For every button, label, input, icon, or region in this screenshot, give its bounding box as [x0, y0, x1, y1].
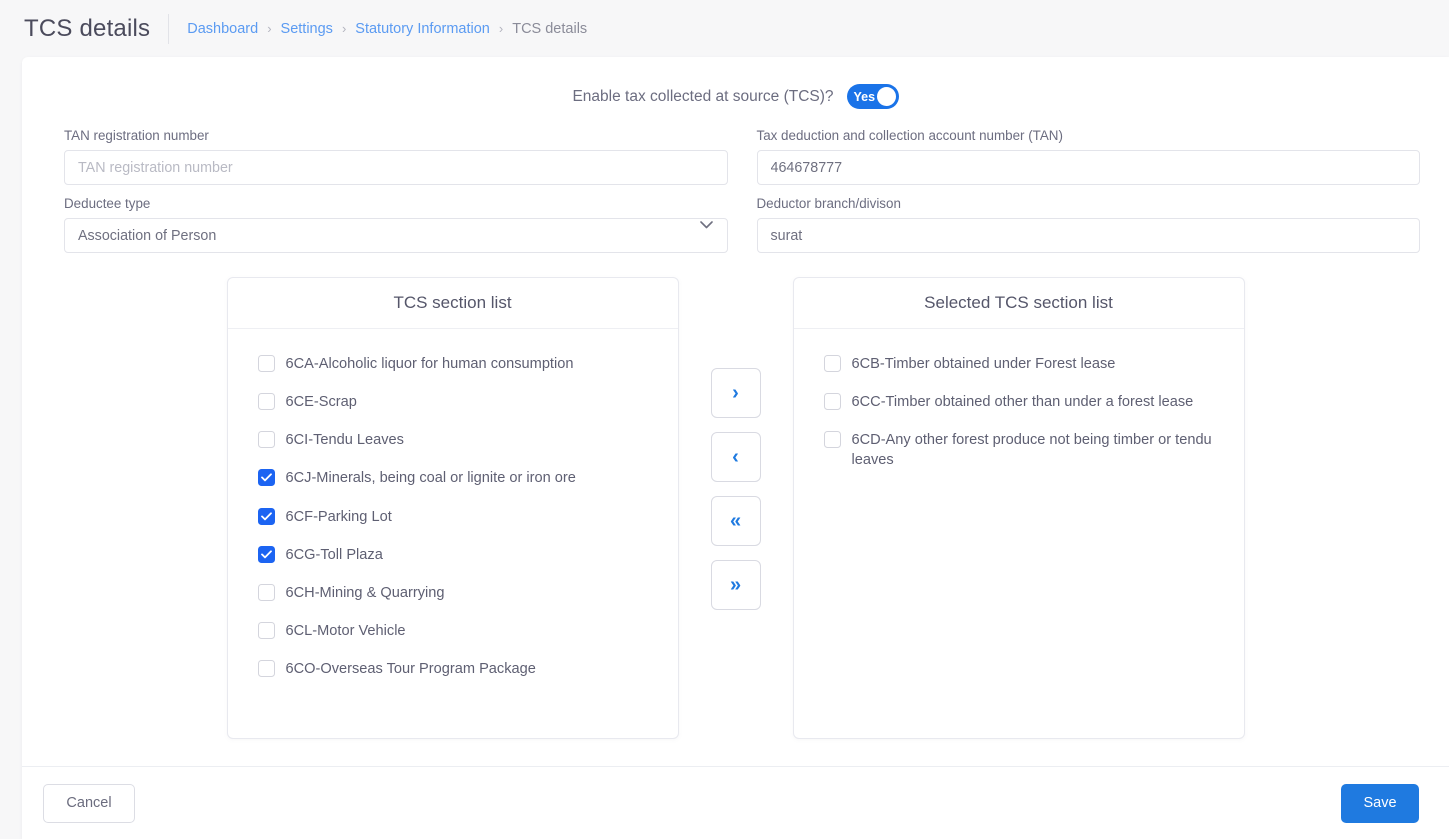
tcs-section-item[interactable]: 6CF-Parking Lot [257, 498, 662, 536]
selected-tcs-section-label: 6CC-Timber obtained other than under a f… [851, 394, 1194, 411]
breadcrumb-item-settings[interactable]: Settings [281, 21, 333, 37]
deductor-branch-field-group: Deductor branch/divison [756, 196, 1420, 253]
tcs-section-checkbox[interactable] [257, 431, 275, 449]
tcs-section-label: 6CH-Mining & Quarrying [285, 584, 445, 601]
tcs-section-label: 6CI-Tendu Leaves [285, 432, 404, 449]
form-area: Enable tax collected at source (TCS)? Ye… [22, 57, 1449, 766]
tcs-section-checkbox[interactable] [257, 583, 275, 601]
save-button[interactable]: Save [1341, 783, 1419, 823]
tcs-section-label: 6CG-Toll Plaza [285, 546, 383, 563]
deductee-type-label: Deductee type [64, 196, 151, 211]
enable-tcs-label: Enable tax collected at source (TCS)? [572, 87, 834, 105]
move-all-right-button[interactable]: » [710, 560, 761, 610]
available-tcs-list[interactable]: 6CA-Alcoholic liquor for human consumpti… [228, 329, 678, 738]
selected-tcs-section-checkbox[interactable] [823, 431, 841, 449]
breadcrumb-item-current: TCS details [512, 20, 588, 37]
toggle-knob [876, 87, 896, 106]
tcs-section-label: 6CJ-Minerals, being coal or lignite or i… [285, 470, 576, 487]
tcs-section-transfer: TCS section list 6CA-Alcoholic liquor fo… [22, 253, 1449, 739]
selected-tcs-section-checkbox[interactable] [823, 393, 841, 411]
breadcrumb-separator-icon: › [498, 21, 504, 36]
form-footer: Cancel Save [22, 766, 1449, 839]
breadcrumb-item-statutory-information[interactable]: Statutory Information [355, 21, 490, 37]
tan-registration-field-group: TAN registration number [64, 128, 728, 185]
tcs-section-checkbox[interactable] [257, 393, 275, 411]
breadcrumb: Dashboard › Settings › Statutory Informa… [187, 21, 587, 37]
selected-tcs-section-item[interactable]: 6CB-Timber obtained under Forest lease [823, 345, 1228, 383]
move-left-button[interactable]: ‹ [710, 432, 761, 482]
tcs-section-item[interactable]: 6CI-Tendu Leaves [257, 421, 662, 459]
tcs-section-label: 6CA-Alcoholic liquor for human consumpti… [285, 356, 574, 372]
tan-registration-input[interactable] [64, 150, 728, 185]
cancel-button[interactable]: Cancel [43, 783, 135, 823]
tcs-section-label: 6CE-Scrap [285, 394, 357, 411]
deductor-branch-input[interactable] [756, 218, 1420, 253]
tcs-section-item[interactable]: 6CJ-Minerals, being coal or lignite or i… [257, 459, 662, 497]
tcs-section-item[interactable]: 6CO-Overseas Tour Program Package [257, 650, 662, 688]
tcs-section-item[interactable]: 6CA-Alcoholic liquor for human consumpti… [257, 345, 662, 383]
tcs-section-item[interactable]: 6CL-Motor Vehicle [257, 612, 662, 650]
tcs-section-label: 6CF-Parking Lot [285, 508, 392, 525]
topbar: TCS details Dashboard › Settings › Statu… [0, 0, 1449, 57]
enable-tcs-toggle-value: Yes [853, 89, 876, 104]
selected-tcs-section-label: 6CD-Any other forest produce not being t… [851, 432, 1212, 469]
tcs-section-label: 6CO-Overseas Tour Program Package [285, 661, 536, 677]
title-divider [168, 13, 170, 44]
statutory-form-grid: TAN registration number Tax deduction an… [22, 109, 1449, 253]
selected-tcs-list[interactable]: 6CB-Timber obtained under Forest lease 6C… [794, 329, 1244, 738]
tcs-section-checkbox[interactable] [257, 545, 275, 563]
tan-registration-label: TAN registration number [64, 128, 209, 143]
tcs-section-item[interactable]: 6CH-Mining & Quarrying [257, 574, 662, 612]
breadcrumb-item-dashboard[interactable]: Dashboard [187, 21, 258, 37]
deductee-type-select[interactable] [64, 218, 728, 253]
selected-tcs-section-label: 6CB-Timber obtained under Forest lease [851, 356, 1116, 372]
tcs-section-checkbox[interactable] [257, 355, 275, 372]
enable-tcs-row: Enable tax collected at source (TCS)? Ye… [22, 57, 1449, 109]
tcs-details-card: Enable tax collected at source (TCS)? Ye… [22, 57, 1449, 839]
deductee-type-field-group: Deductee type [64, 196, 728, 253]
deductor-branch-label: Deductor branch/divison [756, 196, 901, 211]
tcs-section-checkbox[interactable] [257, 469, 275, 487]
selected-tcs-section-item[interactable]: 6CC-Timber obtained other than under a f… [823, 383, 1228, 421]
move-all-left-button[interactable]: « [710, 496, 761, 546]
tan-number-input[interactable] [756, 150, 1420, 185]
tan-number-label: Tax deduction and collection account num… [756, 128, 1063, 143]
page-title: TCS details [24, 14, 151, 42]
tcs-section-item[interactable]: 6CE-Scrap [257, 383, 662, 421]
selected-tcs-panel: Selected TCS section list 6CB-Timber obt… [792, 277, 1245, 739]
tan-number-field-group: Tax deduction and collection account num… [756, 128, 1420, 185]
tcs-section-checkbox[interactable] [257, 660, 275, 677]
tcs-section-checkbox[interactable] [257, 507, 275, 525]
available-tcs-panel-title: TCS section list [393, 293, 512, 312]
selected-tcs-panel-header: Selected TCS section list [793, 278, 1244, 329]
breadcrumb-separator-icon: › [267, 21, 272, 36]
selected-tcs-section-checkbox[interactable] [823, 355, 841, 372]
enable-tcs-toggle[interactable]: Yes [846, 84, 899, 109]
tcs-section-label: 6CL-Motor Vehicle [285, 622, 406, 639]
tcs-section-item[interactable]: 6CG-Toll Plaza [257, 536, 662, 574]
tcs-section-checkbox[interactable] [257, 621, 275, 639]
available-tcs-panel: TCS section list 6CA-Alcoholic liquor fo… [226, 277, 679, 739]
move-right-button[interactable]: › [710, 368, 761, 418]
selected-tcs-panel-title: Selected TCS section list [924, 293, 1113, 312]
breadcrumb-separator-icon: › [341, 21, 347, 36]
transfer-button-stack: › ‹ « » [679, 277, 793, 739]
selected-tcs-section-item[interactable]: 6CD-Any other forest produce not being t… [823, 421, 1228, 479]
available-tcs-panel-header: TCS section list [227, 278, 678, 329]
